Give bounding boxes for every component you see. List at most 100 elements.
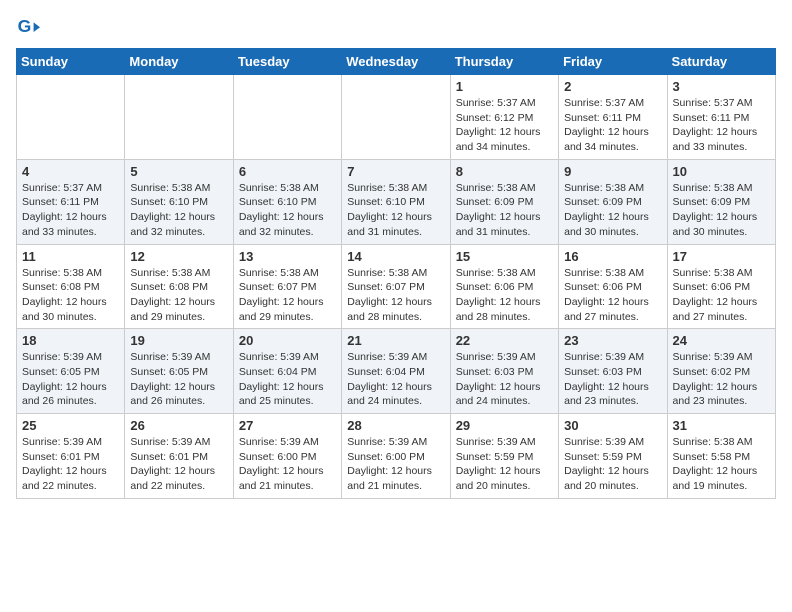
calendar-cell: 15Sunrise: 5:38 AM Sunset: 6:06 PM Dayli… <box>450 244 558 329</box>
day-info: Sunrise: 5:38 AM Sunset: 6:09 PM Dayligh… <box>456 181 553 240</box>
calendar-day-header: Sunday <box>17 49 125 75</box>
calendar-cell: 29 Sunrise: 5:39 AM Sunset: 5:59 PM Dayli… <box>450 414 558 499</box>
calendar-cell: 2 Sunrise: 5:37 AM Sunset: 6:11 PM Daylig… <box>559 75 667 160</box>
day-info: Sunrise: 5:39 AM Sunset: 6:00 PM Dayligh… <box>347 435 444 494</box>
day-number: 25 <box>22 418 119 433</box>
calendar-day-header: Tuesday <box>233 49 341 75</box>
calendar-cell: 23Sunrise: 5:39 AM Sunset: 6:03 PM Dayli… <box>559 329 667 414</box>
day-number: 26 <box>130 418 227 433</box>
calendar-week-row: 18 Sunrise: 5:39 AM Sunset: 6:05 PM Dayli… <box>17 329 776 414</box>
calendar-week-row: 11Sunrise: 5:38 AM Sunset: 6:08 PM Dayli… <box>17 244 776 329</box>
day-info: Sunrise: 5:38 AM Sunset: 6:09 PM Dayligh… <box>673 181 770 240</box>
day-info: Sunrise: 5:38 AM Sunset: 6:08 PM Dayligh… <box>22 266 119 325</box>
day-number: 27 <box>239 418 336 433</box>
day-info: Sunrise: 5:37 AM Sunset: 6:11 PM Dayligh… <box>22 181 119 240</box>
day-number: 9 <box>564 164 661 179</box>
day-info: Sunrise: 5:37 AM Sunset: 6:11 PM Dayligh… <box>673 96 770 155</box>
calendar-cell: 10 Sunrise: 5:38 AM Sunset: 6:09 PM Dayli… <box>667 159 775 244</box>
day-info: Sunrise: 5:39 AM Sunset: 6:01 PM Dayligh… <box>22 435 119 494</box>
calendar-cell: 28 Sunrise: 5:39 AM Sunset: 6:00 PM Dayli… <box>342 414 450 499</box>
day-info: Sunrise: 5:39 AM Sunset: 6:02 PM Dayligh… <box>673 350 770 409</box>
calendar-cell: 9 Sunrise: 5:38 AM Sunset: 6:09 PM Daylig… <box>559 159 667 244</box>
logo: G <box>16 16 44 40</box>
day-number: 2 <box>564 79 661 94</box>
day-number: 4 <box>22 164 119 179</box>
day-number: 3 <box>673 79 770 94</box>
day-info: Sunrise: 5:37 AM Sunset: 6:11 PM Dayligh… <box>564 96 661 155</box>
calendar-day-header: Wednesday <box>342 49 450 75</box>
calendar-cell: 19 Sunrise: 5:39 AM Sunset: 6:05 PM Dayli… <box>125 329 233 414</box>
day-info: Sunrise: 5:38 AM Sunset: 6:09 PM Dayligh… <box>564 181 661 240</box>
calendar-cell: 6 Sunrise: 5:38 AM Sunset: 6:10 PM Daylig… <box>233 159 341 244</box>
day-number: 12 <box>130 249 227 264</box>
calendar-cell <box>342 75 450 160</box>
day-info: Sunrise: 5:38 AM Sunset: 6:08 PM Dayligh… <box>130 266 227 325</box>
day-info: Sunrise: 5:39 AM Sunset: 6:05 PM Dayligh… <box>130 350 227 409</box>
calendar-cell: 8 Sunrise: 5:38 AM Sunset: 6:09 PM Daylig… <box>450 159 558 244</box>
day-number: 20 <box>239 333 336 348</box>
day-info: Sunrise: 5:38 AM Sunset: 5:58 PM Dayligh… <box>673 435 770 494</box>
logo-icon: G <box>16 16 40 40</box>
day-number: 5 <box>130 164 227 179</box>
day-number: 14 <box>347 249 444 264</box>
calendar-cell: 18Sunrise: 5:39 AM Sunset: 6:05 PM Dayli… <box>17 329 125 414</box>
day-number: 10 <box>673 164 770 179</box>
calendar-cell: 25 Sunrise: 5:39 AM Sunset: 6:01 PM Dayli… <box>17 414 125 499</box>
calendar-cell: 14 Sunrise: 5:38 AM Sunset: 6:07 PM Dayli… <box>342 244 450 329</box>
calendar-day-header: Friday <box>559 49 667 75</box>
day-number: 21 <box>347 333 444 348</box>
calendar-cell: 5 Sunrise: 5:38 AM Sunset: 6:10 PM Daylig… <box>125 159 233 244</box>
calendar-cell: 31Sunrise: 5:38 AM Sunset: 5:58 PM Dayli… <box>667 414 775 499</box>
calendar-day-header: Thursday <box>450 49 558 75</box>
day-number: 8 <box>456 164 553 179</box>
day-info: Sunrise: 5:38 AM Sunset: 6:10 PM Dayligh… <box>239 181 336 240</box>
day-info: Sunrise: 5:37 AM Sunset: 6:12 PM Dayligh… <box>456 96 553 155</box>
calendar-cell: 17Sunrise: 5:38 AM Sunset: 6:06 PM Dayli… <box>667 244 775 329</box>
calendar-cell <box>125 75 233 160</box>
day-number: 18 <box>22 333 119 348</box>
day-info: Sunrise: 5:39 AM Sunset: 5:59 PM Dayligh… <box>564 435 661 494</box>
calendar-header-row: SundayMondayTuesdayWednesdayThursdayFrid… <box>17 49 776 75</box>
calendar-cell: 16 Sunrise: 5:38 AM Sunset: 6:06 PM Dayli… <box>559 244 667 329</box>
calendar-week-row: 1 Sunrise: 5:37 AM Sunset: 6:12 PM Daylig… <box>17 75 776 160</box>
day-info: Sunrise: 5:38 AM Sunset: 6:07 PM Dayligh… <box>347 266 444 325</box>
calendar-cell: 7Sunrise: 5:38 AM Sunset: 6:10 PM Daylig… <box>342 159 450 244</box>
day-info: Sunrise: 5:38 AM Sunset: 6:10 PM Dayligh… <box>347 181 444 240</box>
calendar-body: 1 Sunrise: 5:37 AM Sunset: 6:12 PM Daylig… <box>17 75 776 499</box>
day-number: 29 <box>456 418 553 433</box>
calendar-week-row: 4 Sunrise: 5:37 AM Sunset: 6:11 PM Daylig… <box>17 159 776 244</box>
day-info: Sunrise: 5:39 AM Sunset: 6:03 PM Dayligh… <box>564 350 661 409</box>
day-number: 1 <box>456 79 553 94</box>
svg-text:G: G <box>18 16 32 36</box>
day-number: 13 <box>239 249 336 264</box>
day-number: 24 <box>673 333 770 348</box>
day-number: 30 <box>564 418 661 433</box>
calendar-cell: 27 Sunrise: 5:39 AM Sunset: 6:00 PM Dayli… <box>233 414 341 499</box>
calendar-cell: 3 Sunrise: 5:37 AM Sunset: 6:11 PM Daylig… <box>667 75 775 160</box>
day-info: Sunrise: 5:39 AM Sunset: 6:03 PM Dayligh… <box>456 350 553 409</box>
calendar-cell: 12 Sunrise: 5:38 AM Sunset: 6:08 PM Dayli… <box>125 244 233 329</box>
day-info: Sunrise: 5:38 AM Sunset: 6:06 PM Dayligh… <box>564 266 661 325</box>
day-number: 17 <box>673 249 770 264</box>
day-number: 19 <box>130 333 227 348</box>
calendar-cell: 13 Sunrise: 5:38 AM Sunset: 6:07 PM Dayli… <box>233 244 341 329</box>
day-info: Sunrise: 5:38 AM Sunset: 6:07 PM Dayligh… <box>239 266 336 325</box>
day-info: Sunrise: 5:39 AM Sunset: 5:59 PM Dayligh… <box>456 435 553 494</box>
calendar: SundayMondayTuesdayWednesdayThursdayFrid… <box>16 48 776 499</box>
calendar-cell: 1 Sunrise: 5:37 AM Sunset: 6:12 PM Daylig… <box>450 75 558 160</box>
day-info: Sunrise: 5:39 AM Sunset: 6:00 PM Dayligh… <box>239 435 336 494</box>
day-number: 15 <box>456 249 553 264</box>
day-number: 16 <box>564 249 661 264</box>
calendar-cell: 26 Sunrise: 5:39 AM Sunset: 6:01 PM Dayli… <box>125 414 233 499</box>
calendar-day-header: Monday <box>125 49 233 75</box>
day-info: Sunrise: 5:39 AM Sunset: 6:01 PM Dayligh… <box>130 435 227 494</box>
day-info: Sunrise: 5:38 AM Sunset: 6:10 PM Dayligh… <box>130 181 227 240</box>
calendar-day-header: Saturday <box>667 49 775 75</box>
calendar-cell <box>17 75 125 160</box>
header: G <box>16 16 776 40</box>
calendar-cell: 11Sunrise: 5:38 AM Sunset: 6:08 PM Dayli… <box>17 244 125 329</box>
day-number: 6 <box>239 164 336 179</box>
calendar-cell: 21Sunrise: 5:39 AM Sunset: 6:04 PM Dayli… <box>342 329 450 414</box>
calendar-cell: 24 Sunrise: 5:39 AM Sunset: 6:02 PM Dayli… <box>667 329 775 414</box>
day-number: 28 <box>347 418 444 433</box>
